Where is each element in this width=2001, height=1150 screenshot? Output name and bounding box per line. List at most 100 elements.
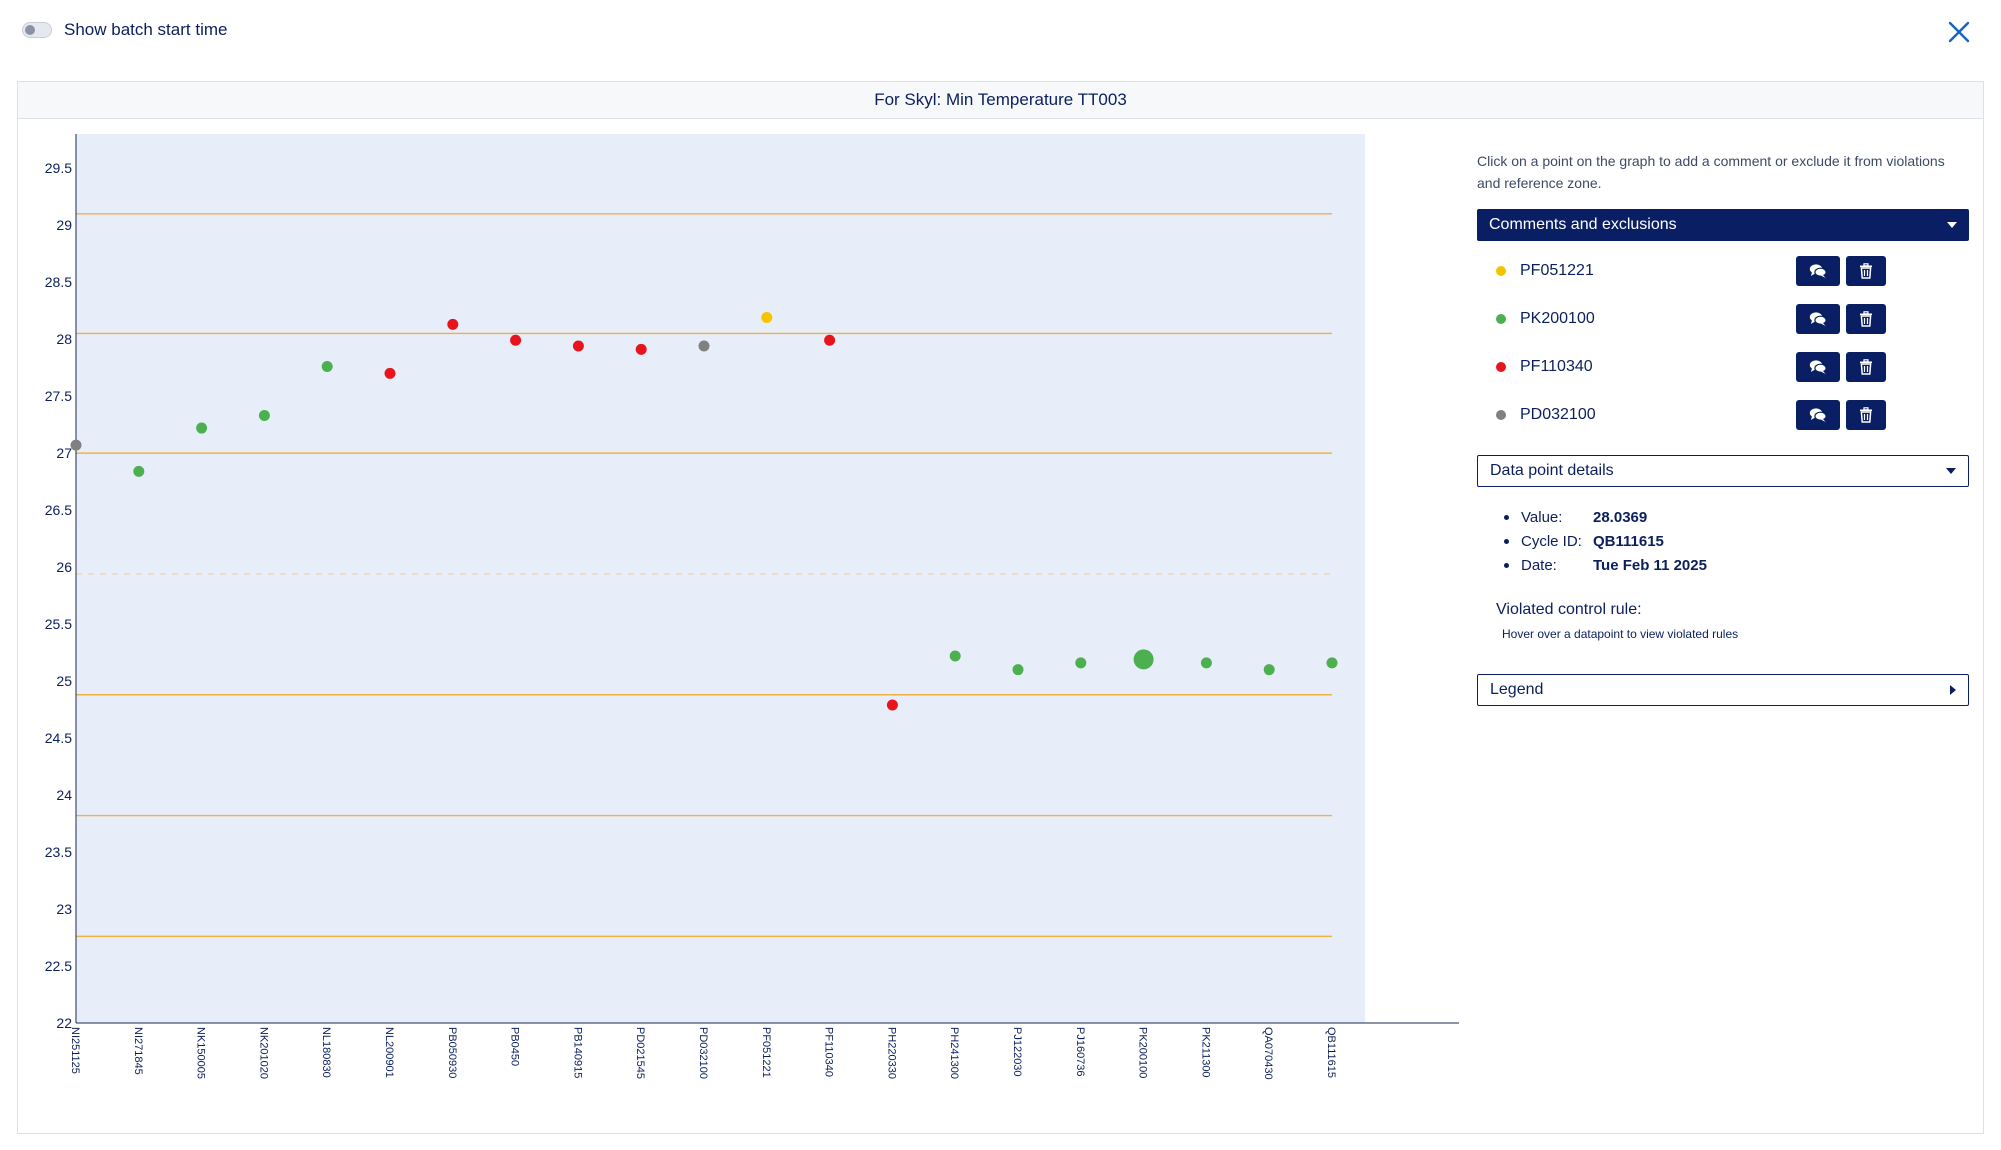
data-point bbox=[1012, 664, 1024, 676]
delete-button[interactable] bbox=[1846, 400, 1886, 430]
x-tick-label: PF110340 bbox=[823, 1027, 835, 1077]
data-point bbox=[133, 465, 145, 477]
detail-key: Value: bbox=[1521, 508, 1563, 526]
chevron-down-icon bbox=[1947, 222, 1957, 228]
comments-list: PF051221 PK200100 PF110340 PD032100 bbox=[1477, 247, 1969, 439]
batch-start-toggle-row: Show batch start time bbox=[22, 20, 227, 40]
x-tick-label: NK150005 bbox=[195, 1027, 207, 1079]
violated-rule-title: Violated control rule: bbox=[1496, 601, 1642, 618]
x-tick-label: PJ122030 bbox=[1011, 1027, 1023, 1077]
data-point bbox=[1075, 657, 1087, 669]
trash-icon bbox=[1860, 263, 1872, 279]
data-point bbox=[384, 367, 396, 379]
trash-icon bbox=[1860, 359, 1872, 375]
x-tick-label: PK211300 bbox=[1199, 1027, 1211, 1078]
delete-button[interactable] bbox=[1846, 256, 1886, 286]
data-point bbox=[824, 334, 836, 346]
chevron-right-icon bbox=[1950, 685, 1956, 695]
data-point bbox=[1200, 657, 1212, 669]
x-tick-label: PJ160736 bbox=[1074, 1027, 1086, 1077]
detail-value: Tue Feb 11 2025 bbox=[1593, 556, 1707, 574]
x-tick-label: PH220330 bbox=[885, 1027, 897, 1079]
data-point bbox=[510, 334, 522, 346]
x-tick-label: PB050930 bbox=[446, 1027, 458, 1078]
data-point bbox=[1133, 649, 1154, 670]
comment-actions bbox=[1796, 304, 1886, 334]
data-point bbox=[635, 343, 647, 355]
x-tick-label: NI251125 bbox=[69, 1027, 81, 1074]
comment-button[interactable] bbox=[1796, 256, 1840, 286]
detail-row: Value: 28.0369 bbox=[1477, 505, 1969, 529]
comment-icon bbox=[1809, 360, 1827, 374]
detail-value: 28.0369 bbox=[1593, 508, 1648, 526]
y-tick-label: 25 bbox=[56, 673, 72, 689]
detail-row: Cycle ID: QB111615 bbox=[1477, 529, 1969, 553]
detail-key: Date: bbox=[1521, 556, 1557, 574]
violated-rule-hint: Hover over a datapoint to view violated … bbox=[1502, 627, 1739, 641]
comment-icon bbox=[1809, 408, 1827, 422]
comment-icon bbox=[1809, 264, 1827, 278]
y-tick-label: 27 bbox=[56, 445, 72, 461]
data-point bbox=[698, 340, 710, 352]
x-tick-label: NL200901 bbox=[383, 1027, 395, 1078]
x-tick-label: PF051221 bbox=[760, 1027, 772, 1078]
data-point bbox=[70, 439, 82, 451]
y-tick-label: 28.5 bbox=[45, 274, 72, 290]
comment-item-label: PF051221 bbox=[1520, 262, 1594, 279]
chevron-down-icon bbox=[1946, 468, 1956, 474]
delete-button[interactable] bbox=[1846, 304, 1886, 334]
data-point bbox=[321, 361, 333, 373]
comment-item-label: PK200100 bbox=[1520, 310, 1595, 327]
y-tick-label: 28 bbox=[56, 331, 72, 347]
data-point bbox=[1263, 664, 1275, 676]
x-tick-label: PB0450 bbox=[509, 1027, 521, 1066]
data-point bbox=[572, 340, 584, 352]
comment-item: PF051221 bbox=[1477, 247, 1969, 295]
comment-item: PK200100 bbox=[1477, 295, 1969, 343]
y-tick-label: 23.5 bbox=[45, 844, 72, 860]
x-tick-label: PD032100 bbox=[697, 1027, 709, 1079]
comments-accordion-header[interactable]: Comments and exclusions bbox=[1477, 209, 1969, 241]
detail-key: Cycle ID: bbox=[1521, 532, 1582, 550]
status-dot-icon bbox=[1496, 266, 1506, 276]
comment-actions bbox=[1796, 400, 1886, 430]
comment-icon bbox=[1809, 312, 1827, 326]
detail-value: QB111615 bbox=[1593, 532, 1664, 550]
comment-item: PD032100 bbox=[1477, 391, 1969, 439]
x-tick-label: PH241300 bbox=[948, 1027, 960, 1079]
sidebar: Click on a point on the graph to add a c… bbox=[1477, 150, 1969, 706]
legend-header-label: Legend bbox=[1490, 681, 1544, 698]
comments-header-label: Comments and exclusions bbox=[1489, 216, 1677, 233]
panel-title: For Skyl: Min Temperature TT003 bbox=[18, 82, 1983, 119]
data-point bbox=[886, 699, 898, 711]
batch-start-toggle[interactable] bbox=[22, 22, 52, 38]
legend-accordion-header[interactable]: Legend bbox=[1477, 674, 1969, 706]
data-point bbox=[949, 650, 961, 662]
delete-button[interactable] bbox=[1846, 352, 1886, 382]
comment-button[interactable] bbox=[1796, 304, 1840, 334]
control-chart: 2222.52323.52424.52525.52626.52727.52828… bbox=[45, 134, 1459, 1080]
x-tick-label: PB140915 bbox=[571, 1027, 583, 1078]
y-tick-label: 23 bbox=[56, 901, 72, 917]
close-icon[interactable] bbox=[1945, 18, 1973, 46]
comment-button[interactable] bbox=[1796, 352, 1840, 382]
status-dot-icon bbox=[1496, 314, 1506, 324]
details-header-label: Data point details bbox=[1490, 462, 1614, 479]
data-point bbox=[447, 318, 459, 330]
detail-row: Date: Tue Feb 11 2025 bbox=[1477, 553, 1969, 577]
y-tick-label: 29 bbox=[56, 217, 72, 233]
x-tick-label: NI271845 bbox=[132, 1027, 144, 1075]
details-accordion-header[interactable]: Data point details bbox=[1477, 455, 1969, 487]
y-tick-label: 25.5 bbox=[45, 616, 72, 632]
y-tick-label: 24.5 bbox=[45, 730, 72, 746]
x-tick-label: NL180830 bbox=[320, 1027, 332, 1078]
y-tick-label: 29.5 bbox=[45, 160, 72, 176]
y-tick-label: 27.5 bbox=[45, 388, 72, 404]
x-tick-label: PD021545 bbox=[634, 1027, 646, 1079]
plot-area bbox=[76, 134, 1365, 1023]
status-dot-icon bbox=[1496, 362, 1506, 372]
x-tick-label: NK201020 bbox=[257, 1027, 269, 1079]
comment-button[interactable] bbox=[1796, 400, 1840, 430]
x-tick-label: QA070430 bbox=[1262, 1027, 1274, 1080]
y-tick-label: 22.5 bbox=[45, 958, 72, 974]
